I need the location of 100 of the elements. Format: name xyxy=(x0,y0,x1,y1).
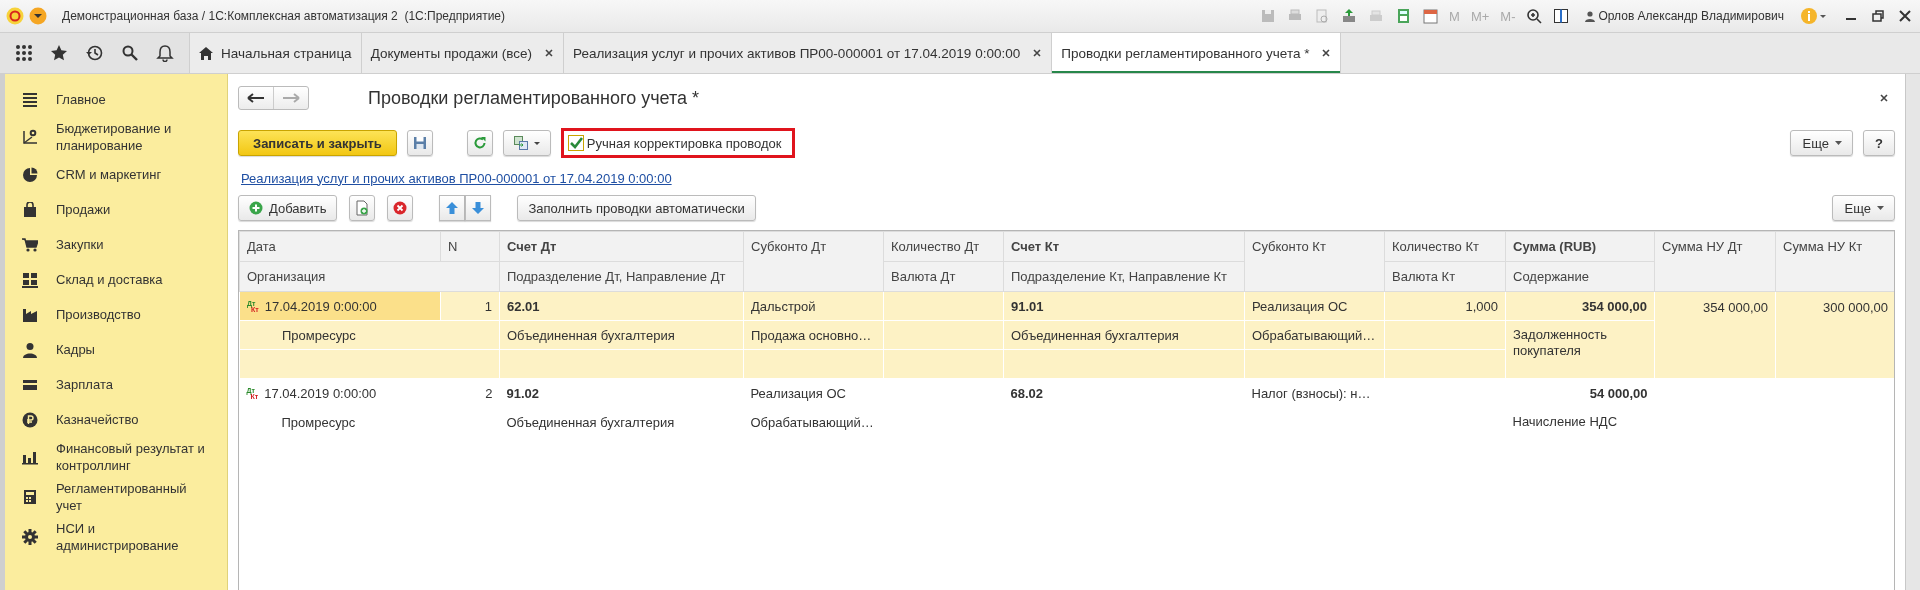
sidebar-item[interactable]: Бюджетирование и планирование xyxy=(56,120,216,154)
table-cell: Реализация ОС xyxy=(1244,291,1385,321)
column-header[interactable]: Количество Дт xyxy=(883,231,1004,262)
upload-icon[interactable] xyxy=(1341,8,1358,24)
column-header[interactable]: Подразделение Дт, Направление Дт xyxy=(499,261,744,292)
cart-icon xyxy=(22,236,38,253)
sidebar-item[interactable]: НСИ и администрирование xyxy=(56,520,216,554)
bag-icon xyxy=(22,201,38,218)
sidebar-item[interactable]: CRM и маркетинг xyxy=(56,166,216,183)
checkbox[interactable] xyxy=(567,135,584,151)
table-cell: Задолженность покупателя xyxy=(1505,320,1655,379)
settings-icon xyxy=(22,529,38,545)
structure-dropdown-button[interactable] xyxy=(502,130,551,156)
logo-icon xyxy=(6,7,24,25)
delete-button[interactable] xyxy=(387,195,414,221)
table-cell: 300 000,00 xyxy=(1775,291,1894,379)
checkbox-label: Ручная корректировка проводок xyxy=(586,135,782,151)
column-header[interactable]: Валюта Дт xyxy=(883,261,1004,292)
column-header[interactable]: Содержание xyxy=(1505,261,1655,292)
close-icon[interactable] xyxy=(1321,48,1332,58)
ruble-icon xyxy=(22,411,38,428)
help-button[interactable]: ? xyxy=(1863,130,1895,156)
pie-chart-icon xyxy=(22,166,38,183)
column-header[interactable]: Количество Кт xyxy=(1384,231,1506,262)
column-header[interactable]: Подразделение Кт, Направление Кт xyxy=(1003,261,1245,292)
document-link[interactable]: Реализация услуг и прочих активов ПР00-000001 от 17.04.2019 0:00:00 xyxy=(241,170,672,186)
table-cell: Налог (взносы): н… xyxy=(1244,378,1385,408)
tab[interactable]: Проводки регламентированного учета * xyxy=(1052,33,1342,73)
restore-icon[interactable] xyxy=(1871,9,1885,23)
move-down-button[interactable] xyxy=(465,195,492,221)
column-header[interactable]: Счет Кт xyxy=(1003,231,1245,262)
close-icon[interactable] xyxy=(544,48,554,58)
column-header[interactable]: Организация xyxy=(239,261,500,292)
table-cell: 354 000,00 xyxy=(1505,291,1655,321)
column-header[interactable]: Сумма (RUB) xyxy=(1505,231,1655,262)
sidebar-item[interactable]: Главное xyxy=(56,91,216,108)
table-cell: Промресурс xyxy=(239,320,500,350)
move-up-button[interactable] xyxy=(439,195,466,221)
close-icon[interactable] xyxy=(1879,93,1889,103)
star-icon[interactable] xyxy=(50,44,69,62)
panels-icon[interactable] xyxy=(1553,8,1570,24)
copy-button[interactable] xyxy=(349,195,376,221)
column-header[interactable]: Счет Дт xyxy=(499,231,744,262)
column-header[interactable]: N xyxy=(440,231,500,262)
search-icon[interactable] xyxy=(120,44,139,62)
table-cell: 91.02 xyxy=(499,378,744,408)
apps-icon[interactable] xyxy=(14,44,33,62)
zoom-icon[interactable] xyxy=(1526,8,1543,24)
plus-icon xyxy=(249,201,263,215)
dropdown-icon[interactable] xyxy=(29,7,47,25)
sidebar-item[interactable]: Финансовый результат и контроллинг xyxy=(56,440,216,474)
sidebar-item[interactable]: Регламентированный учет xyxy=(56,480,216,514)
info-icon[interactable] xyxy=(1800,7,1828,25)
grid-icon xyxy=(22,271,38,288)
table-cell-text: Объединенная бухгалтерия xyxy=(505,413,676,432)
sidebar-item[interactable]: Казначейство xyxy=(56,411,216,428)
table-cell: 1,000 xyxy=(1384,291,1506,321)
sidebar-item[interactable]: Кадры xyxy=(56,341,216,358)
user-icon xyxy=(1585,10,1596,22)
person-icon xyxy=(22,341,38,358)
bar-chart-icon xyxy=(22,449,38,465)
save-and-close-button[interactable]: Записать и закрыть xyxy=(238,130,397,156)
more-button[interactable]: Еще xyxy=(1789,130,1853,156)
table-row[interactable] xyxy=(239,291,1894,379)
form-title: Проводки регламентированного учета * xyxy=(368,87,699,109)
factory-icon xyxy=(22,306,38,323)
sidebar-item[interactable]: Производство xyxy=(56,306,216,323)
save-button[interactable] xyxy=(406,130,433,156)
fill-automatically-button[interactable]: Заполнить проводки автоматически xyxy=(517,195,756,221)
column-header[interactable]: Дата xyxy=(239,231,441,262)
column-header[interactable]: Субконто Кт xyxy=(1244,231,1385,292)
history-icon[interactable] xyxy=(85,44,104,62)
refresh-button[interactable] xyxy=(466,130,493,156)
menu-icon xyxy=(22,91,38,108)
column-header[interactable]: Сумма НУ Дт xyxy=(1654,231,1776,292)
sidebar-item[interactable]: Зарплата xyxy=(56,376,216,393)
sidebar-item[interactable]: Закупки xyxy=(56,236,216,253)
column-header[interactable]: Сумма НУ Кт xyxy=(1775,231,1894,292)
close-icon[interactable] xyxy=(1032,48,1043,58)
bell-icon[interactable] xyxy=(156,44,175,62)
table-cell-text: Начисление НДС xyxy=(1511,412,1619,431)
table-cell-text: Промресурс xyxy=(280,413,357,432)
close-icon[interactable] xyxy=(1898,9,1912,23)
add-button[interactable]: Добавить xyxy=(238,195,338,221)
calendar-icon[interactable] xyxy=(1422,8,1439,24)
column-header[interactable]: Субконто Дт xyxy=(743,231,884,292)
down-arrow-icon xyxy=(472,202,485,214)
calculator-icon[interactable] xyxy=(1395,8,1412,24)
sidebar-item[interactable]: Склад и доставка xyxy=(56,271,216,288)
documents-dropdown-icon xyxy=(513,136,540,150)
sidebar-item[interactable]: Продажи xyxy=(56,201,216,218)
table-cell: Реализация ОС xyxy=(743,378,884,408)
table-cell: Дальстрой xyxy=(743,291,884,321)
more-button[interactable]: Еще xyxy=(1831,195,1895,221)
calculator-icon xyxy=(22,489,38,505)
caret-icon xyxy=(1835,141,1843,145)
column-header[interactable]: Валюта Кт xyxy=(1384,261,1506,292)
table-cell: Продажа основно… xyxy=(743,320,884,350)
copy-icon xyxy=(355,200,370,216)
table-cell: Объединенная бухгалтерия xyxy=(499,320,744,350)
